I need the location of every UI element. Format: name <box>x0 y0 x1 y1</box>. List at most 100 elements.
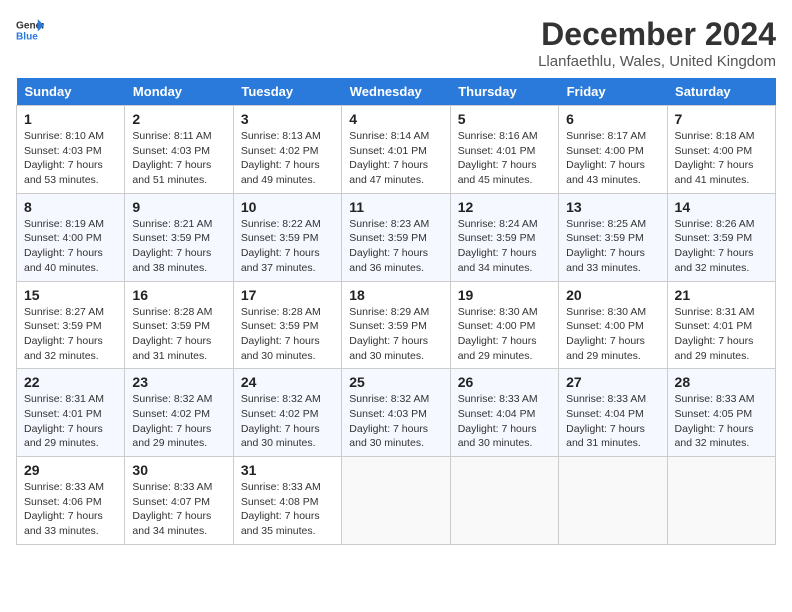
day-number: 10 <box>241 199 334 215</box>
cell-info: Sunrise: 8:32 AMSunset: 4:03 PMDaylight:… <box>349 392 442 451</box>
day-number: 14 <box>675 199 768 215</box>
calendar-cell <box>342 457 450 545</box>
day-number: 2 <box>132 111 225 127</box>
day-header-sunday: Sunday <box>17 78 125 106</box>
day-number: 11 <box>349 199 442 215</box>
cell-info: Sunrise: 8:33 AMSunset: 4:08 PMDaylight:… <box>241 480 334 539</box>
cell-info: Sunrise: 8:33 AMSunset: 4:04 PMDaylight:… <box>458 392 551 451</box>
day-number: 6 <box>566 111 659 127</box>
cell-info: Sunrise: 8:33 AMSunset: 4:05 PMDaylight:… <box>675 392 768 451</box>
cell-info: Sunrise: 8:29 AMSunset: 3:59 PMDaylight:… <box>349 305 442 364</box>
calendar-cell: 3Sunrise: 8:13 AMSunset: 4:02 PMDaylight… <box>233 106 341 194</box>
day-header-tuesday: Tuesday <box>233 78 341 106</box>
cell-info: Sunrise: 8:32 AMSunset: 4:02 PMDaylight:… <box>241 392 334 451</box>
calendar-cell: 17 Sunrise: 8:28 AMSunset: 3:59 PMDayligh… <box>233 281 341 369</box>
main-title: December 2024 <box>538 16 776 53</box>
cell-info: Sunrise: 8:24 AMSunset: 3:59 PMDaylight:… <box>458 217 551 276</box>
svg-text:Blue: Blue <box>16 31 38 42</box>
calendar-cell: 7 Sunrise: 8:18 AMSunset: 4:00 PMDaylight… <box>667 106 775 194</box>
calendar-cell: 13 Sunrise: 8:25 AMSunset: 3:59 PMDayligh… <box>559 193 667 281</box>
day-header-saturday: Saturday <box>667 78 775 106</box>
header: General Blue December 2024 Llanfaethlu, … <box>16 16 776 70</box>
subtitle: Llanfaethlu, Wales, United Kingdom <box>538 53 776 70</box>
calendar-cell: 6 Sunrise: 8:17 AMSunset: 4:00 PMDaylight… <box>559 106 667 194</box>
calendar-cell: 26Sunrise: 8:33 AMSunset: 4:04 PMDayligh… <box>450 369 558 457</box>
cell-info: Sunrise: 8:31 AMSunset: 4:01 PMDaylight:… <box>675 305 768 364</box>
cell-info: Sunrise: 8:28 AMSunset: 3:59 PMDaylight:… <box>241 305 334 364</box>
day-number: 20 <box>566 287 659 303</box>
logo: General Blue <box>16 16 44 44</box>
calendar-cell: 11 Sunrise: 8:23 AMSunset: 3:59 PMDayligh… <box>342 193 450 281</box>
calendar-cell: 9 Sunrise: 8:21 AMSunset: 3:59 PMDaylight… <box>125 193 233 281</box>
title-area: December 2024 Llanfaethlu, Wales, United… <box>538 16 776 70</box>
calendar-week-5: 29 Sunrise: 8:33 AMSunset: 4:06 PMDayligh… <box>17 457 776 545</box>
calendar-cell: 30 Sunrise: 8:33 AMSunset: 4:07 PMDayligh… <box>125 457 233 545</box>
calendar-cell: 29 Sunrise: 8:33 AMSunset: 4:06 PMDayligh… <box>17 457 125 545</box>
day-number: 17 <box>241 287 334 303</box>
calendar-header-row: SundayMondayTuesdayWednesdayThursdayFrid… <box>17 78 776 106</box>
calendar-cell: 5 Sunrise: 8:16 AMSunset: 4:01 PMDaylight… <box>450 106 558 194</box>
day-number: 23 <box>132 374 225 390</box>
cell-info: Sunrise: 8:25 AMSunset: 3:59 PMDaylight:… <box>566 217 659 276</box>
calendar-cell: 10 Sunrise: 8:22 AMSunset: 3:59 PMDayligh… <box>233 193 341 281</box>
day-number: 16 <box>132 287 225 303</box>
cell-info: Sunrise: 8:33 AMSunset: 4:07 PMDaylight:… <box>132 480 225 539</box>
calendar-cell: 8Sunrise: 8:19 AMSunset: 4:00 PMDaylight… <box>17 193 125 281</box>
calendar-cell: 15Sunrise: 8:27 AMSunset: 3:59 PMDayligh… <box>17 281 125 369</box>
day-number: 25 <box>349 374 442 390</box>
cell-info: Sunrise: 8:22 AMSunset: 3:59 PMDaylight:… <box>241 217 334 276</box>
cell-info: Sunrise: 8:19 AMSunset: 4:00 PMDaylight:… <box>24 217 117 276</box>
calendar-body: 1 Sunrise: 8:10 AMSunset: 4:03 PMDaylight… <box>17 106 776 545</box>
cell-info: Sunrise: 8:30 AMSunset: 4:00 PMDaylight:… <box>458 305 551 364</box>
cell-info: Sunrise: 8:32 AMSunset: 4:02 PMDaylight:… <box>132 392 225 451</box>
calendar-cell: 21 Sunrise: 8:31 AMSunset: 4:01 PMDayligh… <box>667 281 775 369</box>
cell-info: Sunrise: 8:23 AMSunset: 3:59 PMDaylight:… <box>349 217 442 276</box>
day-number: 9 <box>132 199 225 215</box>
day-header-friday: Friday <box>559 78 667 106</box>
cell-info: Sunrise: 8:10 AMSunset: 4:03 PMDaylight:… <box>24 129 117 188</box>
day-number: 28 <box>675 374 768 390</box>
cell-info: Sunrise: 8:30 AMSunset: 4:00 PMDaylight:… <box>566 305 659 364</box>
calendar-cell: 14 Sunrise: 8:26 AMSunset: 3:59 PMDayligh… <box>667 193 775 281</box>
cell-info: Sunrise: 8:14 AMSunset: 4:01 PMDaylight:… <box>349 129 442 188</box>
calendar-cell: 27Sunrise: 8:33 AMSunset: 4:04 PMDayligh… <box>559 369 667 457</box>
calendar-week-4: 22 Sunrise: 8:31 AMSunset: 4:01 PMDayligh… <box>17 369 776 457</box>
day-number: 31 <box>241 462 334 478</box>
calendar-cell: 12Sunrise: 8:24 AMSunset: 3:59 PMDayligh… <box>450 193 558 281</box>
logo-icon: General Blue <box>16 16 44 44</box>
day-header-wednesday: Wednesday <box>342 78 450 106</box>
day-number: 15 <box>24 287 117 303</box>
day-number: 19 <box>458 287 551 303</box>
calendar-cell: 18Sunrise: 8:29 AMSunset: 3:59 PMDayligh… <box>342 281 450 369</box>
calendar-cell: 22 Sunrise: 8:31 AMSunset: 4:01 PMDayligh… <box>17 369 125 457</box>
day-number: 1 <box>24 111 117 127</box>
calendar-cell: 4 Sunrise: 8:14 AMSunset: 4:01 PMDaylight… <box>342 106 450 194</box>
cell-info: Sunrise: 8:21 AMSunset: 3:59 PMDaylight:… <box>132 217 225 276</box>
cell-info: Sunrise: 8:33 AMSunset: 4:06 PMDaylight:… <box>24 480 117 539</box>
cell-info: Sunrise: 8:18 AMSunset: 4:00 PMDaylight:… <box>675 129 768 188</box>
day-number: 24 <box>241 374 334 390</box>
calendar-cell: 24 Sunrise: 8:32 AMSunset: 4:02 PMDayligh… <box>233 369 341 457</box>
day-number: 30 <box>132 462 225 478</box>
calendar-cell: 2 Sunrise: 8:11 AMSunset: 4:03 PMDaylight… <box>125 106 233 194</box>
day-number: 29 <box>24 462 117 478</box>
day-number: 13 <box>566 199 659 215</box>
day-number: 4 <box>349 111 442 127</box>
cell-info: Sunrise: 8:13 AMSunset: 4:02 PMDaylight:… <box>241 129 334 188</box>
day-number: 5 <box>458 111 551 127</box>
day-number: 7 <box>675 111 768 127</box>
calendar-week-3: 15Sunrise: 8:27 AMSunset: 3:59 PMDayligh… <box>17 281 776 369</box>
day-header-monday: Monday <box>125 78 233 106</box>
day-number: 27 <box>566 374 659 390</box>
calendar-cell: 31 Sunrise: 8:33 AMSunset: 4:08 PMDayligh… <box>233 457 341 545</box>
day-number: 22 <box>24 374 117 390</box>
day-number: 21 <box>675 287 768 303</box>
cell-info: Sunrise: 8:11 AMSunset: 4:03 PMDaylight:… <box>132 129 225 188</box>
cell-info: Sunrise: 8:31 AMSunset: 4:01 PMDaylight:… <box>24 392 117 451</box>
cell-info: Sunrise: 8:26 AMSunset: 3:59 PMDaylight:… <box>675 217 768 276</box>
cell-info: Sunrise: 8:16 AMSunset: 4:01 PMDaylight:… <box>458 129 551 188</box>
calendar-week-2: 8Sunrise: 8:19 AMSunset: 4:00 PMDaylight… <box>17 193 776 281</box>
cell-info: Sunrise: 8:17 AMSunset: 4:00 PMDaylight:… <box>566 129 659 188</box>
calendar-cell: 23 Sunrise: 8:32 AMSunset: 4:02 PMDayligh… <box>125 369 233 457</box>
calendar-cell: 16Sunrise: 8:28 AMSunset: 3:59 PMDayligh… <box>125 281 233 369</box>
